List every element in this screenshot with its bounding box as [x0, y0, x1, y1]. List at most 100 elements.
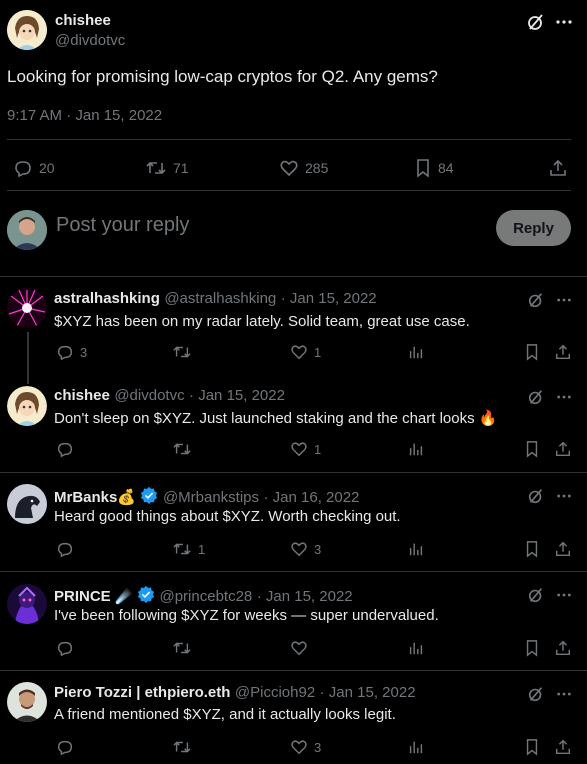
avatar-mrbanks[interactable]	[7, 484, 47, 524]
reply-4-handle[interactable]: @princebtc28	[159, 588, 252, 605]
reply-1-reply-count: 3	[80, 344, 88, 360]
reply-icon	[56, 540, 74, 558]
composer-avatar[interactable]	[7, 210, 47, 250]
reply-3-retweet-stat[interactable]: 1	[172, 540, 205, 558]
main-like-count: 285	[305, 160, 329, 176]
reply-5-name[interactable]: Piero Tozzi | ethpiero.eth	[54, 684, 230, 701]
main-author-handle[interactable]: @divdotvc	[55, 32, 125, 49]
reply-1-handle[interactable]: @astralhashking	[164, 290, 276, 307]
reply-2-retweet-stat[interactable]	[172, 440, 198, 458]
reply-2-share-stat[interactable]	[554, 440, 572, 458]
main-tweet-text: Looking for promising low-cap cryptos fo…	[7, 67, 438, 86]
avatar-prince[interactable]	[7, 584, 47, 624]
reply-3-views-stat[interactable]	[407, 540, 425, 558]
reply-2-like-count: 1	[314, 441, 322, 457]
more-icon[interactable]	[556, 685, 572, 703]
reply-5-reply-stat[interactable]	[56, 738, 80, 756]
reply-3-handle[interactable]: @Mrbankstips	[163, 489, 259, 506]
reply-1-reply-stat[interactable]: 3	[56, 343, 87, 361]
main-author-name[interactable]: chishee	[55, 12, 111, 29]
reply-2-bookmark-stat[interactable]	[524, 440, 540, 458]
bookmark-icon	[524, 343, 540, 361]
main-like-stat[interactable]: 285	[279, 158, 328, 178]
reply-4-views-stat[interactable]	[407, 639, 425, 657]
like-icon	[290, 540, 308, 558]
reply-1-share-stat[interactable]	[554, 343, 572, 361]
reply-5-like-count: 3	[314, 739, 322, 755]
reply-1-like-stat[interactable]: 1	[290, 343, 321, 361]
reply-4-emoji: ☄️	[115, 588, 133, 604]
reply-3-name[interactable]: MrBanks💰	[54, 489, 136, 506]
reply-5-like-stat[interactable]: 3	[290, 738, 321, 756]
main-bookmark-stat[interactable]: 84	[414, 158, 454, 178]
reply-4-like-stat[interactable]	[290, 639, 314, 657]
reply-3-date[interactable]: Jan 16, 2022	[273, 489, 360, 506]
reply-1-name[interactable]: astralhashking	[54, 290, 160, 307]
retweet-icon	[172, 343, 192, 361]
reply-2-date[interactable]: Jan 15, 2022	[198, 387, 285, 404]
views-icon	[407, 540, 425, 558]
reply-2-handle[interactable]: @divdotvc	[114, 387, 184, 404]
reply-5-text: A friend mentioned $XYZ, and it actually…	[54, 706, 396, 723]
like-icon	[279, 158, 299, 178]
share-icon	[554, 540, 572, 558]
reply-3-share-stat[interactable]	[554, 540, 572, 558]
reply-5-views-stat[interactable]	[407, 738, 425, 756]
reply-2-reply-stat[interactable]	[56, 440, 80, 458]
reply-1-text: $XYZ has been on my radar lately. Solid …	[54, 313, 470, 330]
retweet-icon	[145, 158, 167, 178]
reply-3-like-stat[interactable]: 3	[290, 540, 321, 558]
reply-5-handle[interactable]: @Piccioh92	[235, 684, 315, 701]
grok-icon[interactable]	[527, 685, 545, 703]
avatar-chishee[interactable]	[7, 386, 47, 426]
reply-4-bookmark-stat[interactable]	[524, 639, 540, 657]
share-icon	[554, 738, 572, 756]
retweet-icon	[172, 738, 192, 756]
grok-icon[interactable]	[527, 487, 545, 505]
reply-1-like-count: 1	[314, 344, 322, 360]
avatar-piero[interactable]	[7, 682, 47, 722]
reply-1-views-stat[interactable]	[407, 343, 425, 361]
reply-4-date[interactable]: Jan 15, 2022	[266, 588, 353, 605]
more-icon[interactable]	[556, 291, 572, 309]
more-icon[interactable]	[556, 586, 572, 604]
grok-icon[interactable]	[526, 12, 546, 32]
main-retweet-stat[interactable]: 71	[145, 158, 189, 178]
main-tweet-timestamp[interactable]: 9:17 AM · Jan 15, 2022	[7, 107, 162, 124]
reply-3-text: Heard good things about $XYZ. Worth chec…	[54, 508, 401, 525]
reply-button[interactable]: Reply	[496, 210, 571, 246]
main-reply-count: 20	[39, 160, 55, 176]
reply-icon	[56, 343, 74, 361]
retweet-icon	[172, 540, 192, 558]
reply-1-retweet-stat[interactable]	[172, 343, 198, 361]
main-reply-stat[interactable]: 20	[13, 158, 55, 178]
more-icon[interactable]	[556, 388, 572, 406]
reply-2-name[interactable]: chishee	[54, 387, 110, 404]
more-icon[interactable]	[555, 12, 573, 32]
grok-icon[interactable]	[527, 388, 545, 406]
reply-2-like-stat[interactable]: 1	[290, 440, 321, 458]
reply-icon	[56, 738, 74, 756]
reply-1-bookmark-stat[interactable]	[524, 343, 540, 361]
avatar-astralhashking[interactable]	[7, 288, 47, 328]
reply-4-name[interactable]: PRINCE	[54, 588, 111, 605]
reply-4-share-stat[interactable]	[554, 639, 572, 657]
reply-3-reply-stat[interactable]	[56, 540, 80, 558]
grok-icon[interactable]	[527, 291, 545, 309]
more-icon[interactable]	[556, 487, 572, 505]
share-icon	[554, 639, 572, 657]
share-icon[interactable]	[548, 158, 568, 178]
reply-5-date[interactable]: Jan 15, 2022	[329, 684, 416, 701]
reply-2-views-stat[interactable]	[407, 440, 425, 458]
reply-input[interactable]: Post your reply	[56, 214, 189, 237]
avatar-main[interactable]	[7, 10, 47, 50]
reply-3-bookmark-stat[interactable]	[524, 540, 540, 558]
reply-5-share-stat[interactable]	[554, 738, 572, 756]
reply-4-retweet-stat[interactable]	[172, 639, 198, 657]
reply-icon	[56, 440, 74, 458]
reply-5-retweet-stat[interactable]	[172, 738, 198, 756]
reply-4-reply-stat[interactable]	[56, 639, 80, 657]
grok-icon[interactable]	[527, 586, 545, 604]
reply-5-bookmark-stat[interactable]	[524, 738, 540, 756]
reply-1-date[interactable]: Jan 15, 2022	[290, 290, 377, 307]
